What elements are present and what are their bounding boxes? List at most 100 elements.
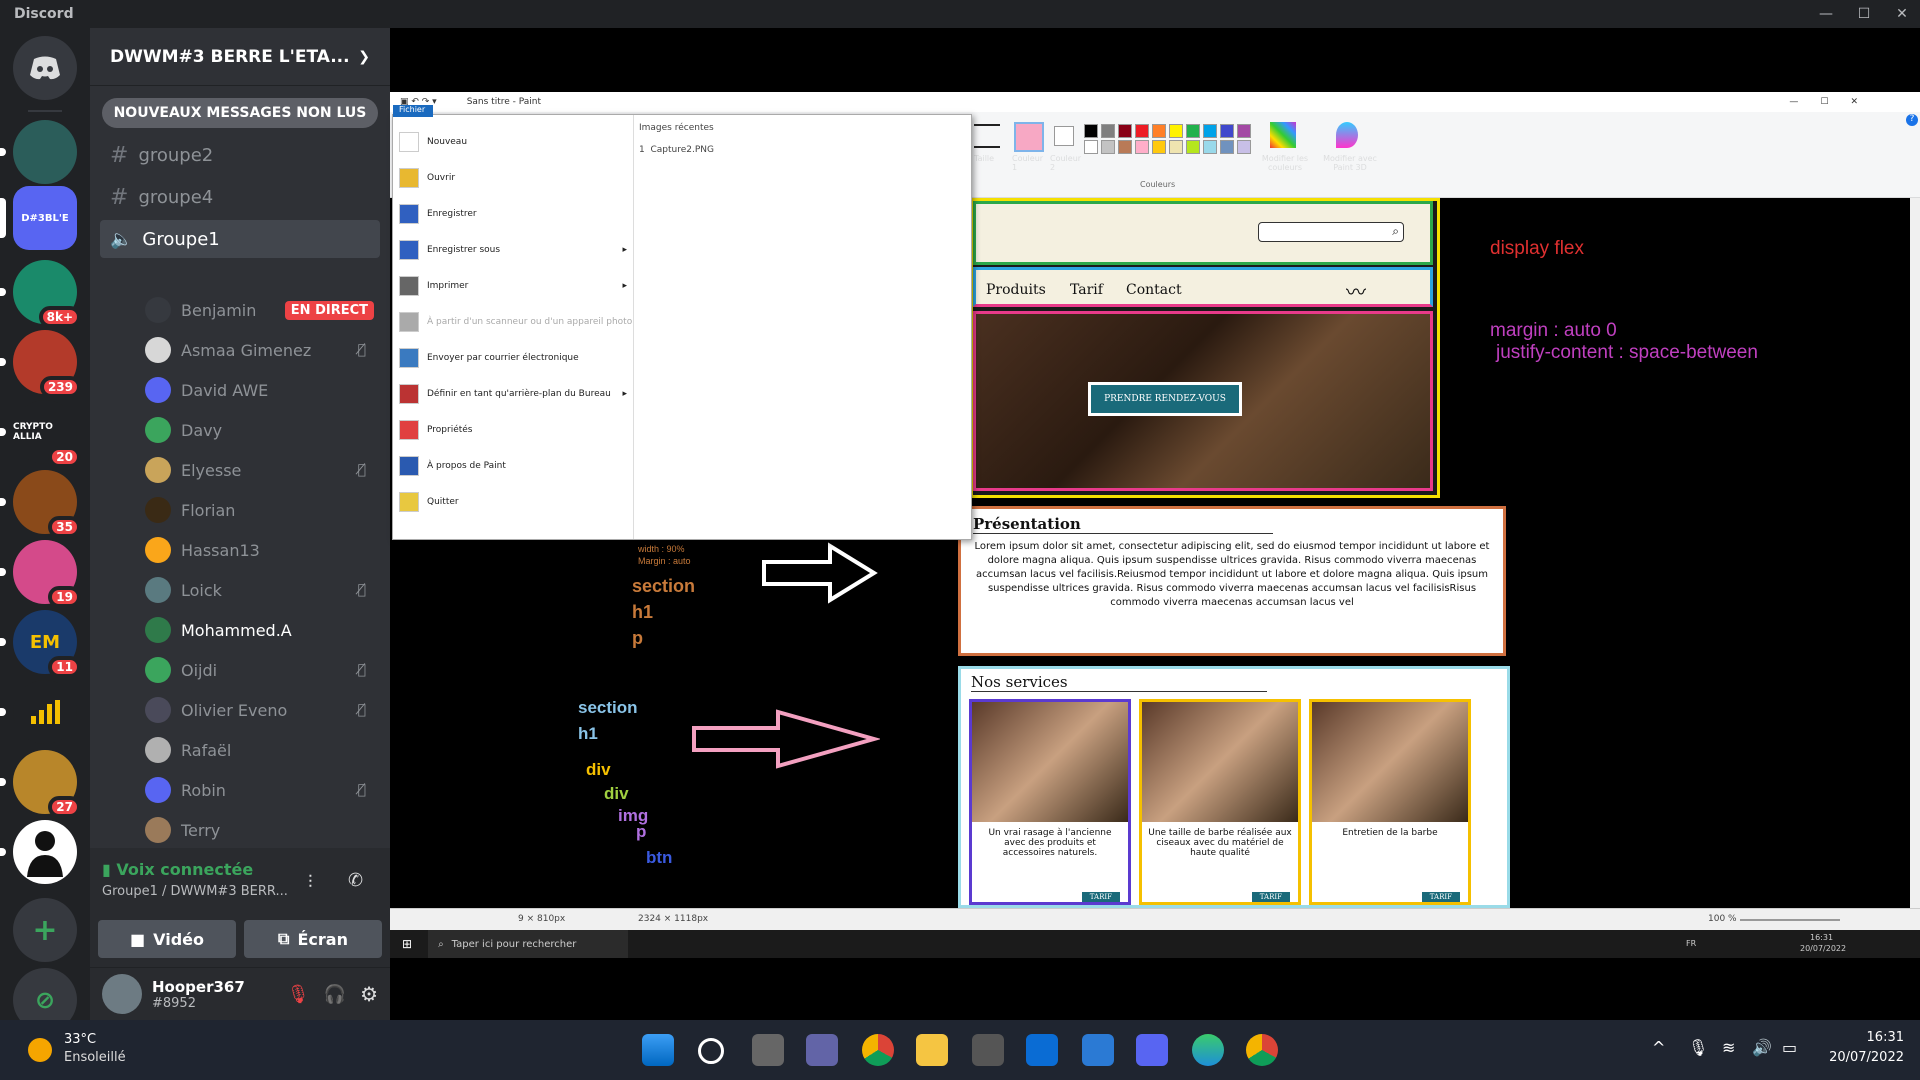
guild-6[interactable]: 35 — [0, 470, 81, 538]
edge-icon[interactable] — [1192, 1034, 1224, 1066]
guild-pizza[interactable] — [0, 120, 77, 184]
zoom-slider[interactable] — [1740, 919, 1840, 921]
video-button[interactable]: ■ Vidéo — [98, 920, 236, 958]
guild-10[interactable]: 27 — [0, 750, 81, 818]
voice-user-4[interactable]: Elyesse 🎙̸ — [145, 452, 380, 488]
palette-swatch[interactable] — [1135, 124, 1149, 138]
avatar[interactable] — [102, 974, 142, 1014]
discord-icon[interactable] — [1136, 1034, 1168, 1066]
search-icon[interactable] — [698, 1038, 724, 1064]
palette-swatch[interactable] — [1135, 140, 1149, 154]
mute-icon[interactable]: 🎙 — [287, 984, 310, 1005]
voice-user-9[interactable]: Oijdi 🎙̸ — [145, 652, 380, 688]
paint3d-icon[interactable] — [1336, 122, 1358, 148]
file-menu-item-10[interactable]: Quitter — [393, 485, 633, 519]
palette-swatch[interactable] — [1203, 140, 1217, 154]
file-menu-item-6[interactable]: Envoyer par courrier électronique — [393, 341, 633, 375]
windows-icon[interactable]: ⊞ — [402, 937, 412, 951]
start-icon[interactable] — [642, 1034, 674, 1066]
voice-user-8[interactable]: Mohammed.A — [145, 612, 380, 648]
palette-swatch[interactable] — [1169, 140, 1183, 154]
color2-swatch[interactable] — [1054, 126, 1074, 146]
palette-swatch[interactable] — [1084, 140, 1098, 154]
screen-share-button[interactable]: ⧉ Écran — [244, 920, 382, 958]
guild-chart[interactable] — [0, 680, 77, 744]
file-explorer-icon[interactable] — [916, 1034, 948, 1066]
file-menu-item-5[interactable]: À partir d'un scanneur ou d'un appareil … — [393, 305, 633, 339]
palette-swatch[interactable] — [1186, 140, 1200, 154]
file-menu-item-9[interactable]: À propos de Paint — [393, 449, 633, 483]
file-menu-item-2[interactable]: Enregistrer — [393, 197, 633, 231]
vscode-icon[interactable] — [1082, 1034, 1114, 1066]
voice-user-11[interactable]: Rafaël — [145, 732, 380, 768]
task-view-icon[interactable] — [752, 1034, 784, 1066]
recent-file[interactable]: 1 Capture2.PNG — [639, 145, 714, 155]
volume-icon[interactable]: 🔊 — [1752, 1038, 1772, 1057]
palette-swatch[interactable] — [1220, 140, 1234, 154]
guild-3[interactable]: 8k+ — [0, 260, 81, 328]
store-icon[interactable] — [972, 1034, 1004, 1066]
voice-user-6[interactable]: Hassan13 — [145, 532, 380, 568]
guild-dwwm[interactable]: D#3BL'E — [0, 186, 77, 250]
mail-icon[interactable] — [1026, 1034, 1058, 1066]
color-palette[interactable] — [1084, 124, 1259, 158]
minimize-icon[interactable]: — — [1808, 0, 1844, 28]
voice-user-13[interactable]: Terry — [145, 812, 380, 848]
disconnect-icon[interactable]: ✆ — [348, 870, 363, 891]
voice-user-10[interactable]: Olivier Eveno 🎙̸ — [145, 692, 380, 728]
channel-groupe1-voice[interactable]: 🔈 Groupe1 — [100, 220, 380, 258]
file-tab[interactable]: Fichier — [393, 105, 433, 117]
palette-swatch[interactable] — [1118, 124, 1132, 138]
channel-groupe4[interactable]: # groupe4 — [100, 178, 380, 216]
guild-em[interactable]: EM 11 — [0, 610, 81, 678]
wifi-icon[interactable]: ≋ — [1722, 1038, 1735, 1057]
channel-groupe2[interactable]: # groupe2 — [100, 136, 380, 174]
palette-swatch[interactable] — [1101, 140, 1115, 154]
close-icon[interactable]: ✕ — [1884, 0, 1920, 28]
discord-home-icon[interactable] — [13, 36, 77, 100]
palette-swatch[interactable] — [1203, 124, 1217, 138]
file-menu-item-1[interactable]: Ouvrir — [393, 161, 633, 195]
palette-swatch[interactable] — [1237, 140, 1251, 154]
paint-window-controls[interactable]: —☐✕ — [1789, 97, 1880, 107]
voice-user-3[interactable]: Davy — [145, 412, 380, 448]
maximize-icon[interactable]: ☐ — [1846, 0, 1882, 28]
sun-icon[interactable] — [28, 1038, 52, 1062]
gear-icon[interactable]: ⚙ — [360, 982, 378, 1006]
guild-7[interactable]: 19 — [0, 540, 81, 608]
add-server-icon[interactable]: + — [13, 898, 77, 962]
palette-swatch[interactable] — [1186, 124, 1200, 138]
palette-swatch[interactable] — [1220, 124, 1234, 138]
teams-icon[interactable] — [806, 1034, 838, 1066]
voice-user-0[interactable]: Benjamin EN DIRECT — [145, 292, 380, 328]
file-menu-item-4[interactable]: Imprimer ▸ — [393, 269, 633, 303]
voice-user-2[interactable]: David AWE — [145, 372, 380, 408]
battery-icon[interactable]: ▭ — [1782, 1038, 1797, 1057]
file-menu-item-3[interactable]: Enregistrer sous ▸ — [393, 233, 633, 267]
guild-11[interactable] — [0, 820, 77, 884]
chrome-icon[interactable] — [862, 1034, 894, 1066]
microphone-icon[interactable]: 🎙 — [1688, 1038, 1708, 1057]
voice-user-5[interactable]: Florian — [145, 492, 380, 528]
voice-user-7[interactable]: Loick 🎙̸ — [145, 572, 380, 608]
palette-swatch[interactable] — [1118, 140, 1132, 154]
color1-swatch[interactable] — [1014, 122, 1044, 152]
server-header[interactable]: DWWM#3 BERRE L'ETA... ❯ — [90, 28, 390, 86]
remote-search-box[interactable]: ⌕ Taper ici pour rechercher — [428, 930, 629, 958]
help-icon[interactable]: ? — [1906, 114, 1918, 126]
file-menu-item-0[interactable]: Nouveau — [393, 125, 633, 159]
palette-swatch[interactable] — [1152, 124, 1166, 138]
guild-4[interactable]: 239 — [0, 330, 81, 398]
chrome-icon-2[interactable] — [1246, 1034, 1278, 1066]
palette-swatch[interactable] — [1237, 124, 1251, 138]
tray-chevron-icon[interactable]: ^ — [1652, 1038, 1665, 1057]
palette-swatch[interactable] — [1152, 140, 1166, 154]
noise-suppression-icon[interactable]: ⫶ — [308, 872, 313, 893]
voice-user-12[interactable]: Robin 🎙̸ — [145, 772, 380, 808]
palette-swatch[interactable] — [1084, 124, 1098, 138]
size-icon[interactable] — [974, 124, 1000, 148]
voice-user-1[interactable]: Asmaa Gimenez 🎙̸ — [145, 332, 380, 368]
palette-swatch[interactable] — [1169, 124, 1183, 138]
guild-crypto[interactable]: CRYPTO ALLIA 20 — [0, 400, 81, 468]
file-menu-item-8[interactable]: Propriétés — [393, 413, 633, 447]
